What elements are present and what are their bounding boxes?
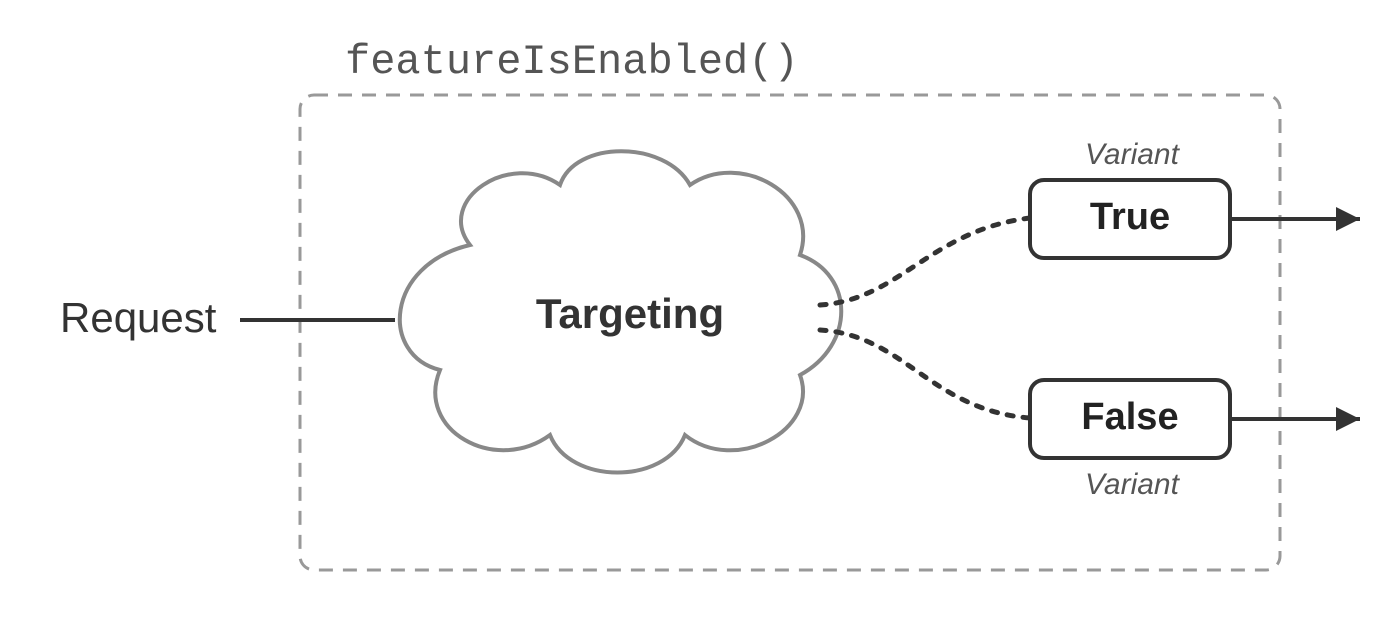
false-output-arrow <box>1230 407 1360 431</box>
diagram-stage: featureIsEnabled() Request Targeting Var… <box>0 0 1400 642</box>
feature-title: featureIsEnabled() <box>345 38 799 86</box>
true-output-arrow <box>1230 207 1360 231</box>
false-variant-caption: Variant <box>1085 468 1179 502</box>
request-label: Request <box>60 294 216 342</box>
true-variant-caption: Variant <box>1085 138 1179 172</box>
edge-to-true <box>820 218 1030 305</box>
false-variant-value: False <box>1030 396 1230 439</box>
targeting-label: Targeting <box>480 290 780 338</box>
edge-to-false <box>820 330 1030 418</box>
true-variant-value: True <box>1030 196 1230 239</box>
